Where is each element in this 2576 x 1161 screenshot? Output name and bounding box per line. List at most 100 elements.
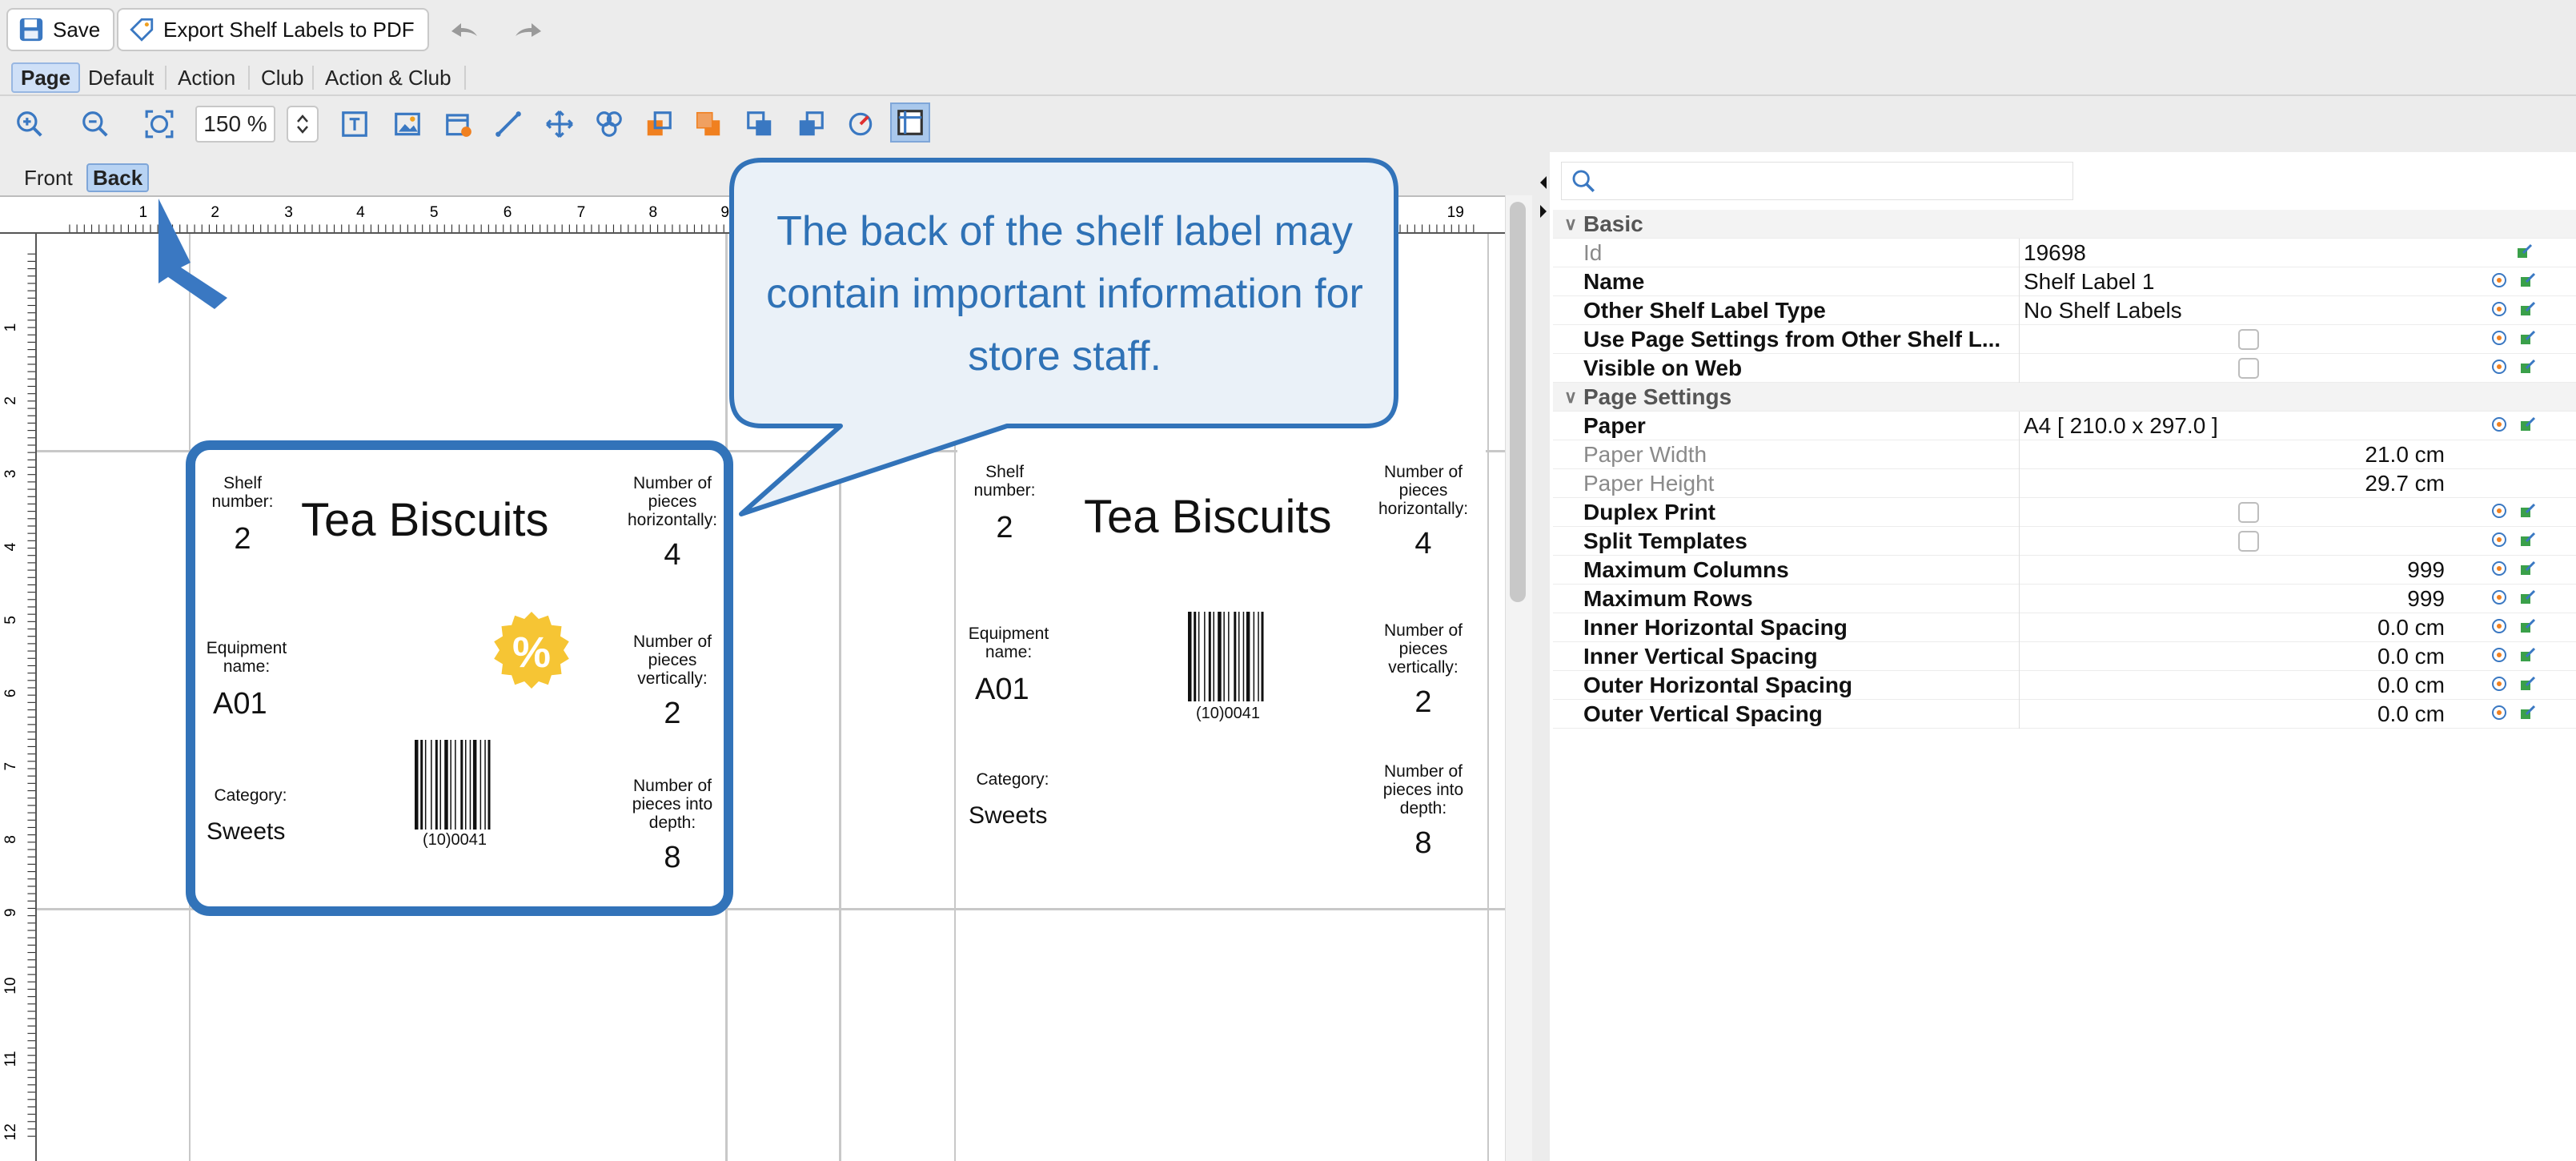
edit-icon[interactable] [2518, 299, 2538, 319]
reset-icon[interactable] [2490, 530, 2509, 549]
edit-icon[interactable] [2518, 530, 2538, 549]
search-input[interactable] [1602, 166, 2066, 196]
undo-button[interactable] [440, 11, 488, 48]
line-tool-icon[interactable] [490, 106, 527, 143]
edit-icon[interactable] [2518, 559, 2538, 578]
bring-front-icon[interactable] [640, 106, 677, 143]
canvas-scrollbar[interactable] [1510, 202, 1526, 602]
zoom-out-icon[interactable] [77, 106, 114, 143]
prop-row-paper[interactable]: Paper A4 [ 210.0 x 297.0 ] [1553, 412, 2576, 440]
property-search[interactable] [1561, 162, 2073, 200]
reset-icon[interactable] [2490, 328, 2509, 347]
edit-icon[interactable] [2518, 328, 2538, 347]
prop-row-inner-h[interactable]: Inner Horizontal Spacing 0.0 cm [1553, 613, 2576, 642]
ruler-label: 9 [720, 204, 729, 221]
tab-default[interactable]: Default [80, 62, 162, 93]
edit-icon[interactable] [2518, 501, 2538, 520]
top-toolbar: Save Export Shelf Labels to PDF [0, 0, 2576, 59]
reset-icon[interactable] [2490, 588, 2509, 607]
reset-icon[interactable] [2490, 703, 2509, 722]
edit-icon[interactable] [2518, 703, 2538, 722]
shelf-label-front[interactable]: Shelf number: 2 Tea Biscuits Number of p… [957, 450, 1486, 906]
tab-separator [312, 66, 314, 90]
send-back-icon[interactable] [690, 106, 727, 143]
zoom-level-field[interactable]: 150 % [195, 106, 275, 143]
edit-icon[interactable] [2518, 645, 2538, 665]
prop-row-outer-v[interactable]: Outer Vertical Spacing 0.0 cm [1553, 700, 2576, 729]
reset-icon[interactable] [2490, 674, 2509, 693]
reset-icon[interactable] [2490, 501, 2509, 520]
ruler-label: 9 [2, 909, 19, 918]
reset-icon[interactable] [2490, 617, 2509, 636]
ruler-label: 2 [211, 204, 219, 221]
grid-toggle-icon[interactable] [890, 102, 930, 143]
tab-action[interactable]: Action [170, 62, 243, 93]
h-pieces-value: 4 [1414, 527, 1432, 560]
reset-icon[interactable] [2490, 299, 2509, 319]
calendar-tool-icon[interactable] [440, 106, 477, 143]
bring-forward-icon[interactable] [741, 106, 778, 143]
text-tool-icon[interactable] [336, 106, 373, 143]
panel-splitter[interactable] [1537, 152, 1550, 1161]
rotate-tool-icon[interactable] [842, 106, 879, 143]
ruler-label: 10 [2, 978, 19, 994]
group-tool-icon[interactable] [591, 106, 628, 143]
edit-icon[interactable] [2518, 588, 2538, 607]
zoom-stepper[interactable] [287, 106, 319, 143]
tab-separator [464, 66, 466, 90]
prop-row-paper-width[interactable]: Paper Width 21.0 cm [1553, 440, 2576, 469]
tab-action-club[interactable]: Action & Club [317, 62, 459, 93]
section-page-settings[interactable]: ∨ Page Settings [1553, 383, 2576, 412]
ruler-label: 11 [2, 1051, 19, 1067]
prop-row-outer-h[interactable]: Outer Horizontal Spacing 0.0 cm [1553, 671, 2576, 700]
section-basic[interactable]: ∨ Basic [1553, 210, 2576, 239]
tab-separator [248, 66, 250, 90]
zoom-in-icon[interactable] [11, 106, 48, 143]
move-tool-icon[interactable] [541, 106, 578, 143]
reset-icon[interactable] [2490, 415, 2509, 434]
send-backward-icon[interactable] [792, 106, 829, 143]
prop-row-paper-height[interactable]: Paper Height 29.7 cm [1553, 469, 2576, 498]
save-button[interactable]: Save [6, 8, 115, 51]
edit-icon[interactable] [2518, 357, 2538, 376]
edit-icon[interactable] [2515, 242, 2534, 261]
collapse-arrows-icon[interactable] [1537, 173, 1550, 221]
image-tool-icon[interactable] [389, 106, 426, 143]
tab-club[interactable]: Club [253, 62, 311, 93]
prop-row-max-columns[interactable]: Maximum Columns 999 [1553, 556, 2576, 585]
prop-row-visible-web[interactable]: Visible on Web [1553, 354, 2576, 383]
tab-front[interactable]: Front [19, 163, 78, 192]
prop-row-use-page-settings[interactable]: Use Page Settings from Other Shelf L... [1553, 325, 2576, 354]
edit-icon[interactable] [2518, 271, 2538, 290]
mode-tabs: Page Default Action Club Action & Club [0, 59, 2576, 96]
prop-row-duplex[interactable]: Duplex Print [1553, 498, 2576, 527]
edit-icon[interactable] [2518, 674, 2538, 693]
split-templates-checkbox[interactable] [2238, 531, 2259, 552]
reset-icon[interactable] [2490, 559, 2509, 578]
tab-page[interactable]: Page [11, 62, 81, 93]
duplex-checkbox[interactable] [2238, 502, 2259, 523]
reset-icon[interactable] [2490, 645, 2509, 665]
export-label: Export Shelf Labels to PDF [163, 17, 415, 42]
edit-icon[interactable] [2518, 617, 2538, 636]
prop-row-id[interactable]: Id 19698 [1553, 239, 2576, 267]
shelf-number-label: Shelf number: [973, 463, 1036, 500]
edit-icon[interactable] [2518, 415, 2538, 434]
export-pdf-button[interactable]: Export Shelf Labels to PDF [117, 8, 429, 51]
prop-row-other-type[interactable]: Other Shelf Label Type No Shelf Labels [1553, 296, 2576, 325]
reset-icon[interactable] [2490, 271, 2509, 290]
prop-row-split[interactable]: Split Templates [1553, 527, 2576, 556]
redo-button[interactable] [504, 11, 552, 48]
tab-back[interactable]: Back [86, 163, 150, 192]
prop-row-max-rows[interactable]: Maximum Rows 999 [1553, 585, 2576, 613]
use-page-settings-checkbox[interactable] [2238, 329, 2259, 350]
ruler-label: 4 [356, 204, 365, 221]
category-label: Category: [976, 770, 1049, 789]
prop-row-inner-v[interactable]: Inner Vertical Spacing 0.0 cm [1553, 642, 2576, 671]
stepper-icon [297, 114, 308, 134]
visible-web-checkbox[interactable] [2238, 358, 2259, 379]
equipment-label: Equipment name: [968, 625, 1049, 661]
fit-page-icon[interactable] [141, 106, 178, 143]
reset-icon[interactable] [2490, 357, 2509, 376]
prop-row-name[interactable]: Name Shelf Label 1 [1553, 267, 2576, 296]
